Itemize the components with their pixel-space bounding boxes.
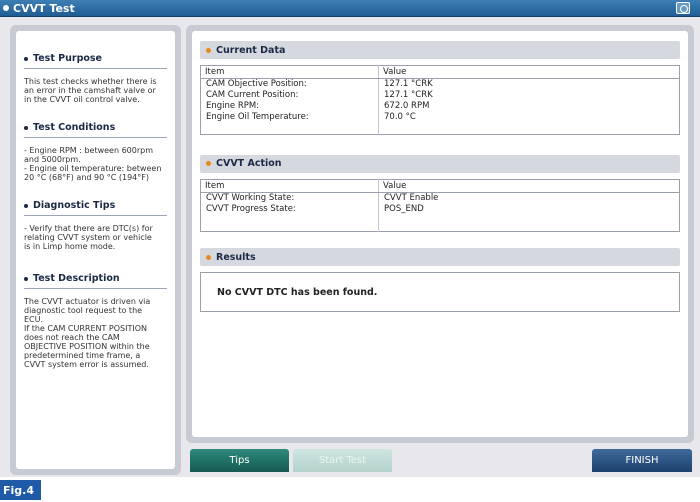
- current-data-table: Item Value CAM Objective Position: 127.1 …: [200, 65, 680, 135]
- bullet-icon: [24, 276, 28, 281]
- test-conditions-text: - Engine RPM : between 600rpm and 5000rp…: [24, 146, 162, 182]
- diagnostic-tips-text: - Verify that there are DTC(s) for relat…: [24, 224, 153, 251]
- current-data-header: Current Data: [200, 41, 680, 59]
- bullet-icon: [24, 125, 28, 130]
- app-icon: [3, 5, 9, 11]
- tips-button[interactable]: Tips: [190, 449, 289, 472]
- orange-dot-icon: [206, 161, 211, 166]
- diagnostic-tips-title: Diagnostic Tips: [24, 200, 167, 216]
- cvvt-action-header: CVVT Action: [200, 154, 680, 173]
- window-title: CVVT Test: [13, 1, 75, 15]
- cvvt-action-table: Item Value CVVT Working State: CVVT Enabl…: [200, 178, 680, 232]
- table-row: CVVT Progress State: POS_END: [200, 203, 680, 215]
- column-header-item: Item: [200, 179, 379, 193]
- test-description-text: The CVVT actuator is driven via diagnost…: [24, 297, 151, 369]
- figure-label: Fig.4: [0, 480, 41, 500]
- table-row: [200, 123, 680, 134]
- test-conditions-title: Test Conditions: [24, 122, 167, 138]
- orange-dot-icon: [206, 254, 211, 260]
- table-row: CAM Objective Position: 127.1 °CRK: [200, 78, 680, 90]
- bullet-icon: [24, 203, 28, 208]
- table-row: CAM Current Position: 127.1 °CRK: [200, 90, 680, 101]
- table-row: Engine Oil Temperature: 70.0 °C: [200, 112, 680, 123]
- column-header-value: Value: [378, 179, 680, 193]
- main-panel-content: Current Data Item Value CAM Objective Po…: [192, 31, 688, 437]
- main-panel: Current Data Item Value CAM Objective Po…: [186, 25, 694, 443]
- info-sidebar: Test Purpose This test checks whether th…: [10, 25, 181, 475]
- results-message: No CVVT DTC has been found.: [200, 272, 680, 312]
- orange-dot-icon: [206, 47, 211, 53]
- test-purpose-title: Test Purpose: [24, 53, 167, 69]
- column-header-item: Item: [200, 65, 379, 79]
- table-row: CVVT Working State: CVVT Enable: [200, 192, 680, 204]
- table-row: [200, 214, 680, 232]
- test-purpose-text: This test checks whether there is an err…: [24, 77, 157, 104]
- camera-icon[interactable]: [676, 2, 690, 14]
- window-titlebar: CVVT Test: [0, 0, 700, 17]
- results-header: Results: [200, 248, 680, 266]
- bullet-icon: [24, 56, 28, 61]
- test-description-title: Test Description: [24, 273, 167, 289]
- table-row: Engine RPM: 672.0 RPM: [200, 101, 680, 112]
- start-test-button[interactable]: Start Test: [293, 449, 392, 472]
- info-sidebar-content: Test Purpose This test checks whether th…: [16, 31, 175, 469]
- finish-button[interactable]: FINISH: [592, 449, 692, 472]
- column-header-value: Value: [378, 65, 680, 79]
